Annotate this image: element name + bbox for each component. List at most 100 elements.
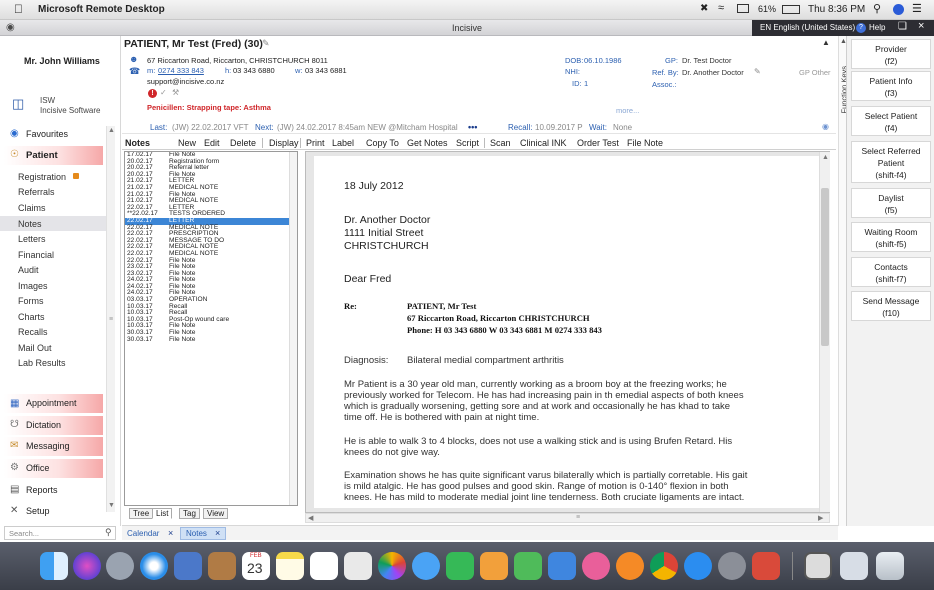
tab-notes-active[interactable]: Notes × [180,527,226,540]
photos-icon[interactable] [378,552,406,580]
display-button[interactable]: Display [269,138,299,148]
notes-dock-icon[interactable] [276,552,304,580]
notification-center-icon[interactable]: ☰ [912,2,922,15]
remote-desktop-icon[interactable] [752,552,780,580]
wifi-icon[interactable]: ≈ [718,2,724,14]
edit-button[interactable]: Edit [204,138,220,148]
send-message-button[interactable]: Send Message (f10) [851,291,931,321]
nav-audit[interactable]: Audit [18,265,39,275]
nav-lab-results[interactable]: Lab Results [18,358,66,368]
doc-horizontal-scrollbar[interactable]: ◀ ≡ ▶ [305,513,830,523]
calendar-dock-icon[interactable]: FEB 23 [242,552,270,580]
nav-notes[interactable]: Notes [18,219,42,229]
tab-list[interactable]: List [152,508,173,519]
search-box[interactable]: Search... ⚲ [4,526,116,540]
spotlight-icon[interactable]: ⚲ [873,2,881,15]
nav-claims[interactable]: Claims [18,203,46,213]
keynote-icon[interactable] [548,552,576,580]
office-label[interactable]: Office [26,463,49,473]
document-viewer[interactable]: 18 July 2012 Dr. Another Doctor 1111 Ini… [305,151,830,513]
nav-mail-out[interactable]: Mail Out [18,343,52,353]
pages-icon[interactable] [480,552,508,580]
help-label[interactable]: Help [869,23,885,32]
print-button[interactable]: Print [306,138,325,148]
messaging-label[interactable]: Messaging [26,441,70,451]
nav-registration[interactable]: Registration [18,172,66,182]
messages-icon[interactable] [412,552,440,580]
trash-icon[interactable] [876,552,904,580]
list-item[interactable]: 30.03.17 File Note [125,336,297,344]
select-referred-patient-button[interactable]: Select Referred Patient (shift-f4) [851,141,931,183]
restore-button[interactable]: ❏ [898,21,907,32]
reminders-icon[interactable] [310,552,338,580]
siri-dock-icon[interactable] [73,552,101,580]
label-button[interactable]: Label [332,138,354,148]
doc-scroll-thumb[interactable] [821,188,829,346]
file-note-button[interactable]: File Note [627,138,663,148]
left-scrollbar[interactable]: ▲ ≡ ▼ [106,126,115,512]
left-scroll-down-icon[interactable]: ▼ [108,502,115,509]
nav-referrals[interactable]: Referrals [18,187,55,197]
mobile-number[interactable]: 0274 333 843 [158,66,204,75]
new-button[interactable]: New [178,138,196,148]
delete-button[interactable]: Delete [230,138,256,148]
battery-icon[interactable] [782,5,800,14]
patient-email[interactable]: support@incisive.co.nz [147,77,224,86]
doc-scroll-up-icon[interactable]: ▲ [822,154,829,161]
search-input[interactable]: Search... [9,529,39,538]
dictation-label[interactable]: Dictation [26,420,61,430]
search-icon[interactable]: ⚲ [105,527,112,538]
numbers-icon[interactable] [514,552,542,580]
clock[interactable]: Thu 8:36 PM [808,4,865,15]
daylist-button[interactable]: Daylist (f5) [851,188,931,218]
medical-icon[interactable]: ✓ [160,88,167,97]
window-minimized-icon[interactable] [804,552,832,580]
nav-financial[interactable]: Financial [18,250,54,260]
apple-icon[interactable]:  [14,2,23,16]
doc-hscroll-grip[interactable]: ≡ [576,514,580,521]
facetime-icon[interactable] [446,552,474,580]
tab-tree[interactable]: Tree [129,508,154,519]
notes-list[interactable]: 17.02.17 File Note 20.02.17 Registration fo… [124,151,298,506]
tab-view[interactable]: View [203,508,229,519]
app-name[interactable]: Microsoft Remote Desktop [38,4,165,15]
left-scroll-up-icon[interactable]: ▲ [108,127,115,134]
visit-info-toggle-icon[interactable]: ◉ [822,122,829,131]
bluetooth-icon[interactable]: ✖ [700,3,708,14]
app-store-icon[interactable] [684,552,712,580]
alert-icon[interactable]: ! [148,89,157,98]
favourites-icon[interactable]: ◉ [10,128,19,139]
patient-label[interactable]: Patient [26,150,58,161]
nav-recalls[interactable]: Recalls [18,327,48,337]
tab-tag[interactable]: Tag [179,508,200,519]
nav-forms[interactable]: Forms [18,296,44,306]
language-label[interactable]: EN English (United States) [760,23,855,32]
patient-info-button[interactable]: Patient Info (f3) [851,71,931,101]
finder-icon[interactable] [40,552,68,580]
tab-calendar[interactable]: Calendar [127,529,159,538]
siri-icon[interactable] [893,4,904,15]
contacts-dock-icon[interactable] [208,552,236,580]
contacts-button[interactable]: Contacts (shift-f7) [851,257,931,287]
provider-button[interactable]: Provider (f2) [851,39,931,69]
favourites-label[interactable]: Favourites [26,129,68,139]
close-calendar-tab-icon[interactable]: × [168,528,173,538]
nav-letters[interactable]: Letters [18,234,46,244]
safari-icon[interactable] [140,552,168,580]
nav-images[interactable]: Images [18,281,48,291]
order-test-button[interactable]: Order Test [577,138,619,148]
close-window-button[interactable]: × [918,20,924,32]
language-bar[interactable]: EN English (United States) ? Help ❏ × [752,20,934,36]
copy-to-button[interactable]: Copy To [366,138,399,148]
get-notes-button[interactable]: Get Notes [407,138,448,148]
chrome-icon[interactable] [650,552,678,580]
script-button[interactable]: Script [456,138,479,148]
reports-label[interactable]: Reports [26,485,58,495]
doc-scroll-left-icon[interactable]: ◀ [308,514,313,522]
more-dots-icon[interactable]: ••• [468,122,477,132]
tools-icon[interactable]: ⚒ [172,88,179,97]
edit-patient-icon[interactable]: ✎ [262,38,270,49]
appointment-label[interactable]: Appointment [26,398,77,408]
doc-vertical-scrollbar[interactable]: ▲ [819,152,830,512]
more-link[interactable]: more... [616,106,639,115]
